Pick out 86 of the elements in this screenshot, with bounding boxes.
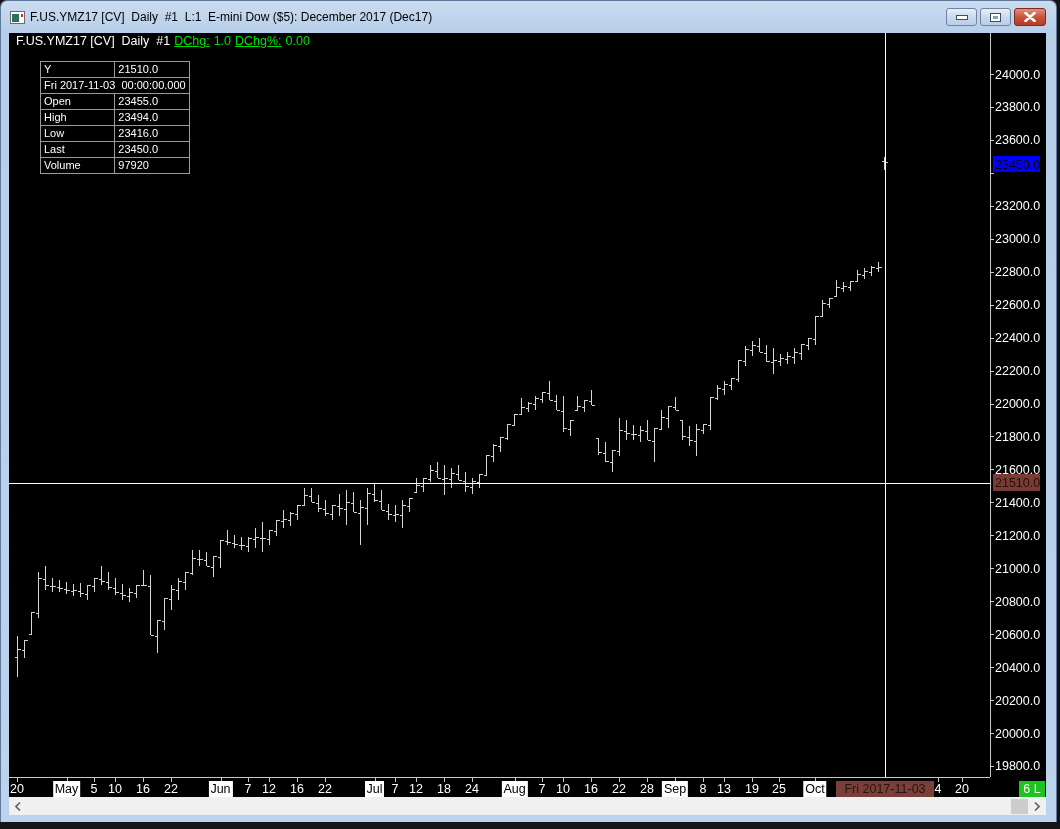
price-label: 23000.0 xyxy=(995,232,1041,247)
field-label: High xyxy=(40,109,115,126)
date-label: 10 xyxy=(108,781,122,797)
horizontal-scrollbar[interactable] xyxy=(9,797,1046,815)
close-button[interactable] xyxy=(1014,8,1046,26)
price-label: 23800.0 xyxy=(995,100,1041,115)
crosshair-date-label: Fri 2017-11-03 xyxy=(836,781,934,797)
price-label: 22600.0 xyxy=(995,298,1041,313)
last-price-marker: 23450.0 xyxy=(993,156,1041,172)
price-label: 20600.0 xyxy=(995,627,1041,642)
scroll-right-icon[interactable] xyxy=(1034,801,1040,811)
date-label: 4 xyxy=(934,781,942,797)
date-label: 22 xyxy=(318,781,332,797)
price-label: 20800.0 xyxy=(995,594,1041,609)
field-label: Last xyxy=(40,141,115,158)
price-label: 21200.0 xyxy=(995,528,1041,543)
date-label: 12 xyxy=(262,781,276,797)
date-label: 20 xyxy=(10,781,24,797)
date-label: 16 xyxy=(136,781,150,797)
study-label[interactable]: DChg%: xyxy=(235,34,282,49)
date-label: 5 xyxy=(90,781,98,797)
maximize-icon xyxy=(990,12,1001,22)
field-label: Y xyxy=(40,61,115,78)
field-value: 23450.0 xyxy=(114,141,190,158)
price-label: 21600.0 xyxy=(995,462,1041,477)
date-label: 7 xyxy=(391,781,399,797)
date-label: 8 xyxy=(699,781,707,797)
price-label: 21000.0 xyxy=(995,561,1041,576)
scroll-left-icon[interactable] xyxy=(15,801,21,811)
field-label: Volume xyxy=(40,157,115,174)
field-value: 21510.0 xyxy=(114,61,190,78)
date-label: 10 xyxy=(556,781,570,797)
date-label: 28 xyxy=(640,781,654,797)
date-label: 7 xyxy=(538,781,546,797)
month-label: Oct xyxy=(803,781,827,797)
field-value: 23455.0 xyxy=(114,93,190,110)
minimize-icon xyxy=(955,14,968,20)
price-bar xyxy=(881,156,888,171)
study-value: 1.0 xyxy=(213,34,232,49)
date-label: 22 xyxy=(612,781,626,797)
date-label: 24 xyxy=(465,781,479,797)
scrollbar-thumb[interactable] xyxy=(1011,798,1028,814)
price-label: 24000.0 xyxy=(995,67,1041,82)
field-label: Open xyxy=(40,93,115,110)
month-label: Jun xyxy=(208,781,233,797)
field-value: 23416.0 xyxy=(114,125,190,142)
month-label: May xyxy=(52,781,81,797)
price-label: 23200.0 xyxy=(995,199,1041,214)
window-icon xyxy=(10,10,25,24)
price-label: 21800.0 xyxy=(995,429,1041,444)
price-label: 19800.0 xyxy=(995,759,1041,774)
study-label[interactable]: DChg: xyxy=(174,34,210,49)
price-label: 22400.0 xyxy=(995,331,1041,346)
window-title: F.US.YMZ17 [CV] Daily #1 L:1 E-mini Dow ($5): December 2017 (Dec17) xyxy=(30,10,433,24)
price-label: 20200.0 xyxy=(995,693,1041,708)
study-value: 0.00 xyxy=(285,34,310,49)
date-label: 22 xyxy=(164,781,178,797)
month-label: Jul xyxy=(364,781,385,797)
date-label: 7 xyxy=(244,781,252,797)
price-label: 22200.0 xyxy=(995,364,1041,379)
field-value: 97920 xyxy=(114,157,190,174)
date-label: 12 xyxy=(409,781,423,797)
month-label: Sep xyxy=(661,781,689,797)
price-label: 23600.0 xyxy=(995,133,1041,148)
status-badge: 6 L xyxy=(1019,781,1045,797)
date-time-value: Fri 2017-11-03 00:00:00.000 xyxy=(40,77,190,94)
price-label: 21400.0 xyxy=(995,495,1041,510)
date-label: 16 xyxy=(290,781,304,797)
date-label: 19 xyxy=(745,781,759,797)
crosshair-price-label: 21510.0 xyxy=(993,474,1041,491)
price-label: 22800.0 xyxy=(995,265,1041,280)
date-label: 25 xyxy=(772,781,786,797)
maximize-button[interactable] xyxy=(980,8,1011,26)
close-icon xyxy=(1024,12,1036,22)
chart-title: F.US.YMZ17 [CV] Daily #1 xyxy=(16,34,171,49)
price-label: 20400.0 xyxy=(995,660,1041,675)
date-label: 20 xyxy=(955,781,969,797)
price-label: 22000.0 xyxy=(995,397,1041,411)
field-label: Low xyxy=(40,125,115,142)
field-value: 23494.0 xyxy=(114,109,190,126)
price-label: 20000.0 xyxy=(995,726,1041,741)
minimize-button[interactable] xyxy=(946,8,977,26)
date-label: 18 xyxy=(437,781,451,797)
date-label: 16 xyxy=(584,781,598,797)
date-label: 13 xyxy=(717,781,731,797)
month-label: Aug xyxy=(501,781,528,797)
